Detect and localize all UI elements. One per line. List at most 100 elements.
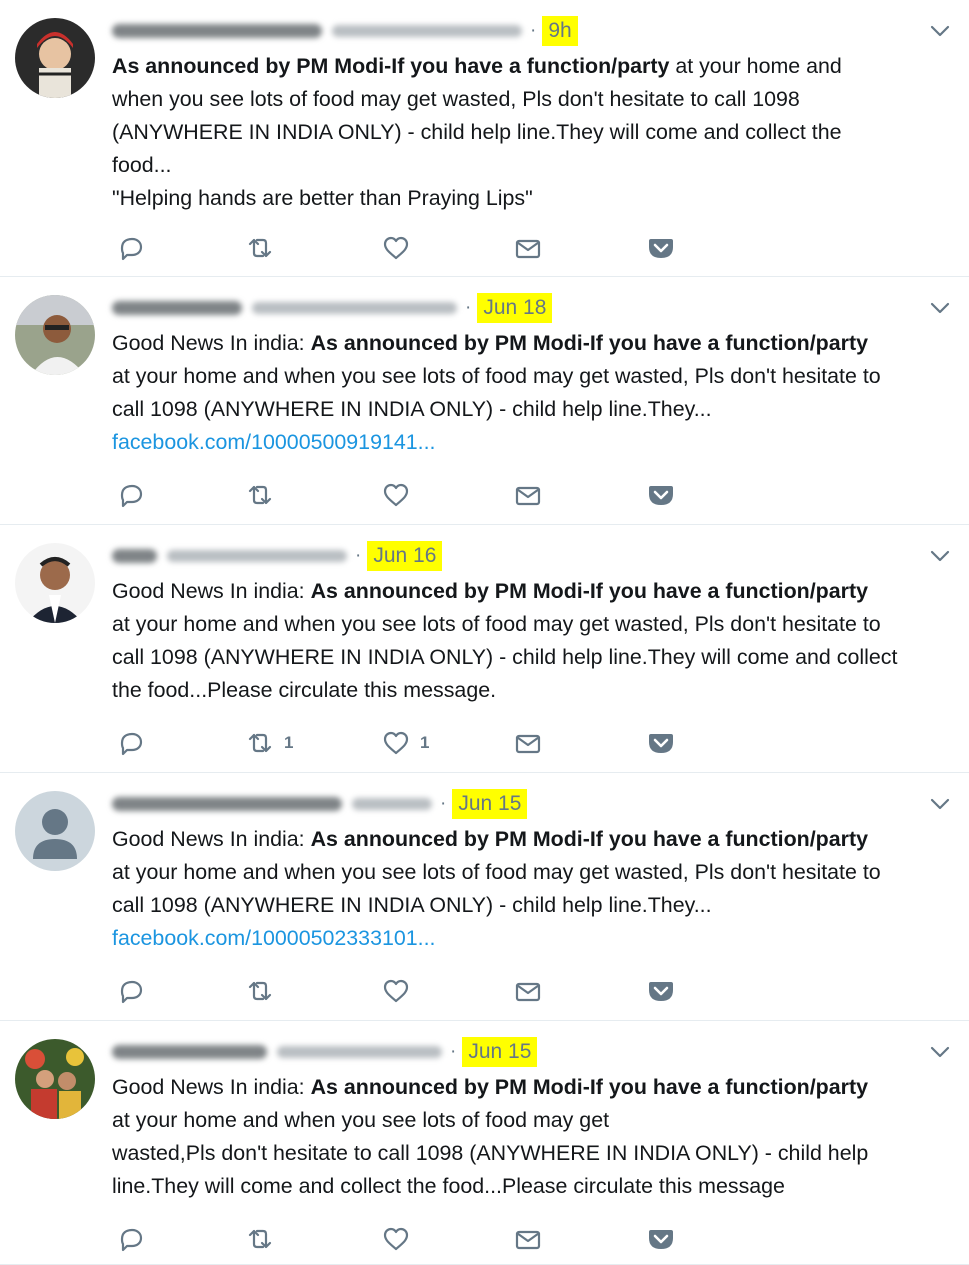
tweet-text: As announced by PM Modi-If you have a fu…	[112, 50, 957, 215]
direct-message-button[interactable]	[514, 480, 542, 510]
author-name-blurred[interactable]	[112, 301, 242, 315]
direct-message-button[interactable]	[514, 1224, 542, 1254]
like-button[interactable]	[382, 480, 410, 510]
avatar[interactable]	[15, 543, 95, 623]
avatar[interactable]	[15, 295, 95, 375]
author-name-blurred[interactable]	[112, 1045, 267, 1059]
tweet-text-line: (ANYWHERE IN INDIA ONLY) - child help li…	[112, 116, 957, 149]
tweet-header: · Jun 18	[112, 291, 553, 325]
tweet-timestamp[interactable]: 9h	[542, 16, 578, 46]
tweet-text-line: Good News In india: As announced by PM M…	[112, 575, 957, 608]
tweet: · Jun 18 Good News In india: As announced …	[0, 277, 969, 525]
like-button[interactable]	[382, 233, 410, 263]
tweet-text-line: "Helping hands are better than Praying L…	[112, 182, 957, 215]
retweet-count: 1	[284, 733, 294, 752]
retweet-icon	[246, 234, 274, 262]
author-name-blurred[interactable]	[112, 797, 342, 811]
retweet-icon	[246, 481, 274, 509]
tweet-text-bold: As announced by PM Modi-If you have a fu…	[310, 579, 868, 603]
reply-icon	[116, 234, 144, 262]
direct-message-button[interactable]	[514, 233, 542, 263]
tweet-text-segment: Good News In india:	[112, 331, 311, 355]
tweet-link[interactable]: facebook.com/10000502333101...	[112, 922, 957, 955]
avatar[interactable]	[15, 791, 95, 871]
separator-dot: ·	[530, 20, 537, 41]
retweet-button[interactable]	[246, 480, 274, 510]
tweet-actions	[116, 1224, 716, 1254]
author-handle-blurred[interactable]	[352, 798, 432, 810]
tweet-text-segment: at your home and when you see lots of fo…	[112, 860, 881, 884]
reply-icon	[116, 481, 144, 509]
chevron-down-icon[interactable]	[929, 545, 951, 567]
tweet-text-line: call 1098 (ANYWHERE IN INDIA ONLY) - chi…	[112, 889, 957, 922]
tweet-text: Good News In india: As announced by PM M…	[112, 1071, 957, 1203]
reply-icon	[116, 977, 144, 1005]
reply-button[interactable]	[116, 480, 144, 510]
reply-button[interactable]	[116, 728, 144, 758]
tweet-text-line: call 1098 (ANYWHERE IN INDIA ONLY) - chi…	[112, 393, 957, 426]
retweet-button[interactable]	[246, 976, 274, 1006]
pocket-save-icon	[647, 729, 675, 757]
tweet-timestamp[interactable]: Jun 16	[367, 541, 443, 571]
reply-button[interactable]	[116, 1224, 144, 1254]
tweet-text-bold: As announced by PM Modi-If you have a fu…	[310, 331, 868, 355]
like-button[interactable]	[382, 1224, 410, 1254]
reply-button[interactable]	[116, 233, 144, 263]
pocket-save-button[interactable]	[647, 1224, 675, 1254]
tweet-text: Good News In india: As announced by PM M…	[112, 327, 957, 459]
tweet-text-line: line.They will come and collect the food…	[112, 1170, 957, 1203]
like-button[interactable]: 1	[382, 728, 429, 758]
tweet-timestamp[interactable]: Jun 18	[477, 293, 553, 323]
tweet: · Jun 15 Good News In india: As announced …	[0, 773, 969, 1021]
author-name-blurred[interactable]	[112, 549, 157, 563]
like-button[interactable]	[382, 976, 410, 1006]
author-handle-blurred[interactable]	[277, 1046, 442, 1058]
reply-button[interactable]	[116, 976, 144, 1006]
chevron-down-icon[interactable]	[929, 1041, 951, 1063]
tweet-timestamp[interactable]: Jun 15	[462, 1037, 538, 1067]
direct-message-icon	[514, 729, 542, 757]
pocket-save-button[interactable]	[647, 480, 675, 510]
tweet-actions	[116, 233, 716, 263]
tweet-text-line: at your home and when you see lots of fo…	[112, 608, 957, 641]
tweet-text-line: As announced by PM Modi-If you have a fu…	[112, 50, 957, 83]
tweet-feed: · 9h As announced by PM Modi-If you have a…	[0, 0, 969, 1265]
pocket-save-button[interactable]	[647, 233, 675, 263]
tweet-link[interactable]: facebook.com/10000500919141...	[112, 426, 957, 459]
tweet-text-segment: the food...Please circulate this message…	[112, 678, 497, 702]
retweet-button[interactable]: 1	[246, 728, 293, 758]
direct-message-icon	[514, 234, 542, 262]
retweet-button[interactable]	[246, 1224, 274, 1254]
author-handle-blurred[interactable]	[167, 550, 347, 562]
author-name-blurred[interactable]	[112, 24, 322, 38]
avatar[interactable]	[15, 1039, 95, 1119]
chevron-down-icon[interactable]	[929, 793, 951, 815]
avatar[interactable]	[15, 18, 95, 98]
tweet-header: · Jun 15	[112, 1035, 538, 1069]
separator-dot: ·	[355, 545, 362, 566]
author-handle-blurred[interactable]	[332, 25, 522, 37]
separator-dot: ·	[450, 1041, 457, 1062]
pocket-save-button[interactable]	[647, 976, 675, 1006]
separator-dot: ·	[465, 297, 472, 318]
tweet-actions	[116, 976, 716, 1006]
tweet-text-segment: food...	[112, 153, 172, 177]
retweet-button[interactable]	[246, 233, 274, 263]
retweet-icon	[246, 1225, 274, 1253]
like-count: 1	[420, 733, 430, 752]
chevron-down-icon[interactable]	[929, 297, 951, 319]
chevron-down-icon[interactable]	[929, 20, 951, 42]
tweet-text-bold: As announced by PM Modi-If you have a fu…	[112, 54, 670, 78]
pocket-save-button[interactable]	[647, 728, 675, 758]
tweet-text: Good News In india: As announced by PM M…	[112, 575, 957, 707]
pocket-save-icon	[647, 481, 675, 509]
direct-message-icon	[514, 481, 542, 509]
pocket-save-icon	[647, 234, 675, 262]
like-icon	[382, 1225, 410, 1253]
author-handle-blurred[interactable]	[252, 302, 457, 314]
tweet-timestamp[interactable]: Jun 15	[452, 789, 528, 819]
tweet-text-segment: call 1098 (ANYWHERE IN INDIA ONLY) - chi…	[112, 645, 898, 669]
direct-message-button[interactable]	[514, 976, 542, 1006]
reply-icon	[116, 1225, 144, 1253]
direct-message-button[interactable]	[514, 728, 542, 758]
